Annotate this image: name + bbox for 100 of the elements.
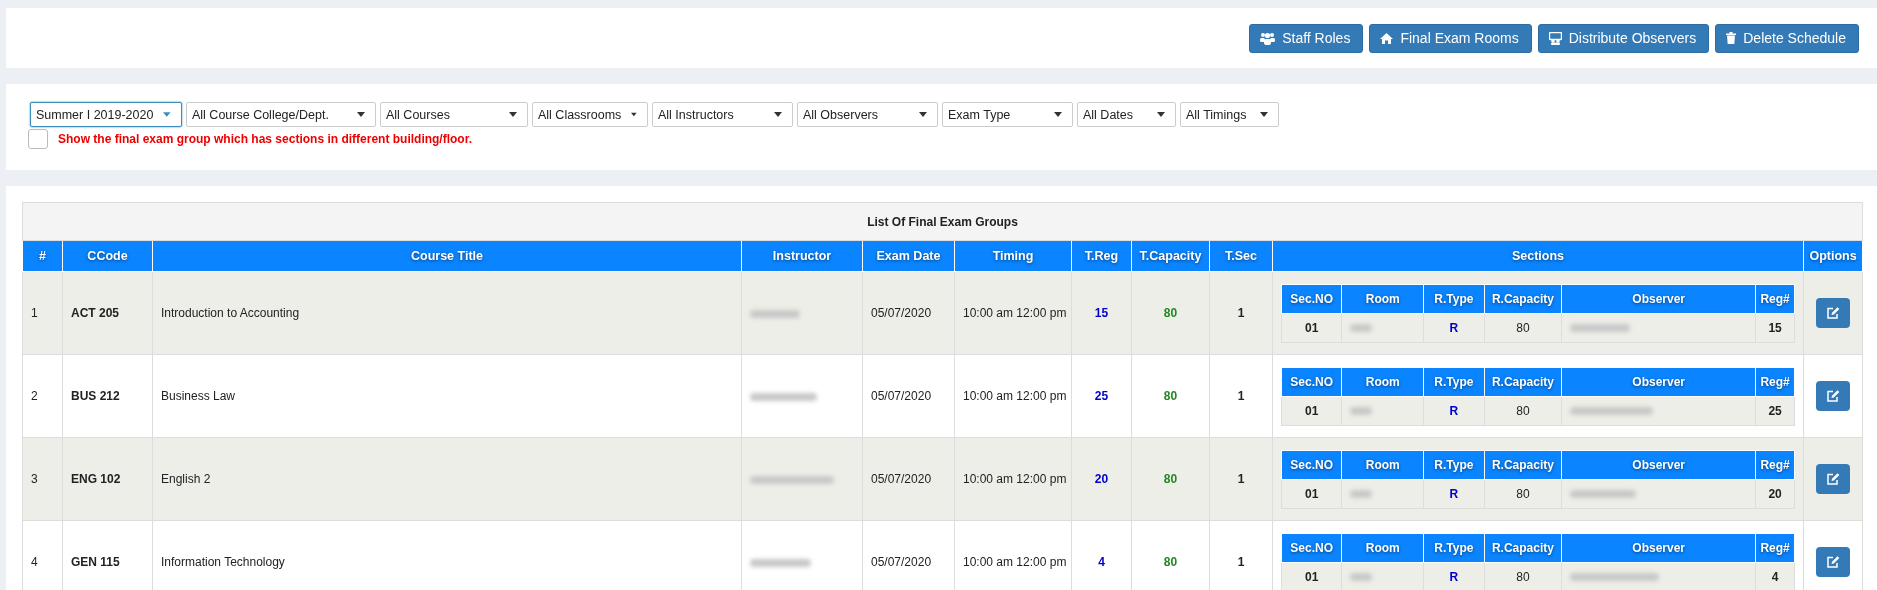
column-header: Sec.NO — [1281, 367, 1342, 396]
table-cell: BUS 212 — [62, 354, 153, 438]
table-cell: 05/07/2020 — [862, 271, 955, 355]
blurred-text — [1570, 490, 1637, 499]
table-cell: ACT 205 — [62, 271, 153, 355]
blurred-text — [750, 309, 800, 318]
filter-dropdown[interactable]: All Instructors — [652, 102, 793, 127]
table-cell: 80 — [1484, 479, 1562, 508]
column-header: Exam Date — [862, 240, 955, 272]
column-header: Reg# — [1755, 450, 1795, 479]
table-cell: 25 — [1071, 354, 1132, 438]
table-cell: R — [1423, 562, 1485, 590]
users-icon — [1260, 31, 1276, 45]
column-header: Instructor — [741, 240, 863, 272]
table-cell: Introduction to Accounting — [152, 271, 742, 355]
column-header: R.Capacity — [1484, 367, 1562, 396]
caret-icon — [163, 112, 171, 117]
column-header: R.Capacity — [1484, 450, 1562, 479]
column-header: Observer — [1561, 367, 1756, 396]
blurred-text — [750, 558, 811, 567]
edit-icon — [1826, 390, 1840, 402]
table-cell: English 2 — [152, 437, 742, 521]
column-header: Observer — [1561, 533, 1756, 562]
edit-button[interactable] — [1816, 547, 1850, 577]
table-cell: R — [1423, 313, 1485, 342]
edit-button[interactable] — [1816, 464, 1850, 494]
home-icon — [1380, 32, 1394, 44]
blurred-text — [1350, 573, 1373, 582]
table-cell: 01 — [1281, 396, 1342, 425]
caret-icon — [774, 112, 782, 117]
table-cell: ENG 102 — [62, 437, 153, 521]
column-header: R.Type — [1423, 450, 1485, 479]
filter-dropdown[interactable]: All Dates — [1077, 102, 1176, 127]
table-cell: 20 — [1071, 437, 1132, 521]
column-header: Observer — [1561, 284, 1756, 313]
column-header: Observer — [1561, 450, 1756, 479]
column-header: T.Sec — [1209, 240, 1273, 272]
filter-dropdown[interactable]: Exam Type — [942, 102, 1073, 127]
table-cell: 1 — [1209, 271, 1273, 355]
table-cell: 2 — [22, 354, 63, 438]
table-cell: 15 — [1071, 271, 1132, 355]
column-header: Sec.NO — [1281, 450, 1342, 479]
column-header: CCode — [62, 240, 153, 272]
column-header: Room — [1341, 533, 1424, 562]
filter-dropdown[interactable]: All Classrooms — [532, 102, 648, 127]
column-header: Course Title — [152, 240, 742, 272]
column-header: Room — [1341, 284, 1424, 313]
checkbox[interactable] — [28, 129, 48, 149]
toolbar-button[interactable]: Delete Schedule — [1715, 23, 1859, 53]
column-header: R.Type — [1423, 533, 1485, 562]
edit-button[interactable] — [1816, 381, 1850, 411]
column-header: R.Type — [1423, 367, 1485, 396]
table-cell: 05/07/2020 — [862, 354, 955, 438]
caret-icon — [631, 112, 637, 117]
table-cell: 10:00 am 12:00 pm — [954, 271, 1072, 355]
filter-dropdown[interactable]: All Courses — [380, 102, 528, 127]
table-cell: 01 — [1281, 313, 1342, 342]
trash-icon — [1726, 32, 1737, 44]
table-cell: Business Law — [152, 354, 742, 438]
table-cell: 4 — [22, 520, 63, 590]
column-header: Reg# — [1755, 367, 1795, 396]
edit-icon — [1826, 556, 1840, 568]
toolbar-button[interactable]: Distribute Observers — [1537, 23, 1710, 53]
column-header: Reg# — [1755, 284, 1795, 313]
toolbar-button[interactable]: Final Exam Rooms — [1369, 23, 1532, 53]
column-header: Timing — [954, 240, 1072, 272]
blurred-text — [1350, 324, 1373, 333]
table-cell: R — [1423, 396, 1485, 425]
table-cell: 01 — [1281, 562, 1342, 590]
caret-icon — [919, 112, 927, 117]
column-header: Room — [1341, 450, 1424, 479]
toolbar-button[interactable]: Staff Roles — [1249, 23, 1364, 53]
edit-icon — [1826, 307, 1840, 319]
table-title: List Of Final Exam Groups — [22, 202, 1863, 241]
table-cell: 10:00 am 12:00 pm — [954, 437, 1072, 521]
filter-dropdown[interactable]: All Observers — [797, 102, 938, 127]
edit-icon — [1826, 473, 1840, 485]
column-header: Sections — [1272, 240, 1804, 272]
table-cell: 1 — [22, 271, 63, 355]
filter-dropdown[interactable]: All Course College/Dept. — [186, 102, 376, 127]
checkbox-label: Show the final exam group which has sections in different building/floor. — [58, 132, 473, 146]
table-cell: 80 — [1484, 396, 1562, 425]
column-header: Reg# — [1755, 533, 1795, 562]
presentation-icon — [1548, 31, 1562, 45]
table-cell: 80 — [1131, 354, 1210, 438]
table-cell: 05/07/2020 — [862, 437, 955, 521]
blurred-text — [1570, 324, 1631, 333]
column-header: T.Capacity — [1131, 240, 1210, 272]
table-cell: 1 — [1209, 354, 1273, 438]
table-cell: 80 — [1131, 437, 1210, 521]
column-header: Options — [1803, 240, 1863, 272]
filter-dropdown[interactable]: All Timings — [1180, 102, 1279, 127]
column-header: R.Capacity — [1484, 533, 1562, 562]
edit-button[interactable] — [1816, 298, 1850, 328]
blurred-text — [1350, 490, 1373, 499]
table-cell: 10:00 am 12:00 pm — [954, 354, 1072, 438]
filter-dropdown[interactable]: Summer I 2019-2020 — [30, 102, 182, 127]
column-header: Room — [1341, 367, 1424, 396]
column-header: # — [22, 240, 63, 272]
table-cell: 01 — [1281, 479, 1342, 508]
